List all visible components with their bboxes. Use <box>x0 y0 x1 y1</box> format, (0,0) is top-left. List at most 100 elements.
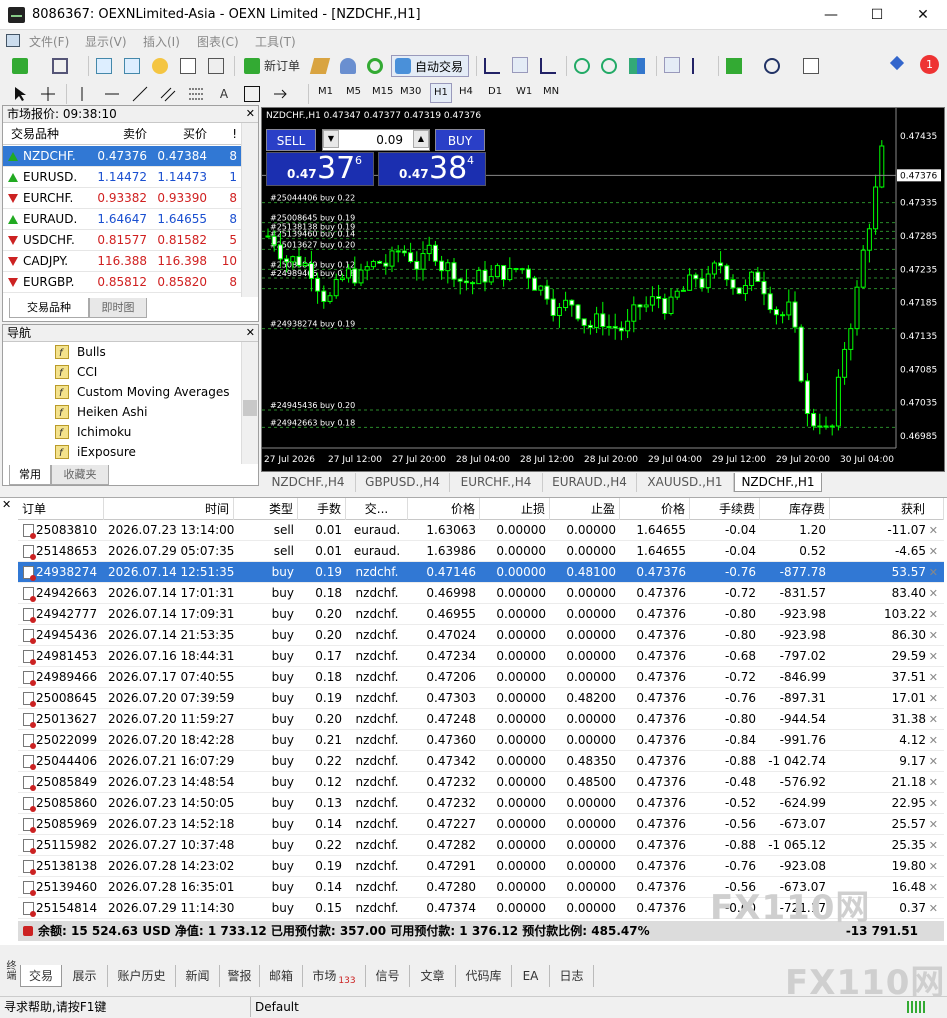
indicators-icon[interactable] <box>726 58 742 74</box>
zoom-out-icon[interactable] <box>601 58 617 74</box>
trade-row[interactable]: 24942663 2026.07.14 17:01:31 buy 0.18 nzdchf… <box>18 583 944 604</box>
terminal-tab[interactable]: 警报 <box>220 965 260 987</box>
column-header[interactable]: 交... <box>346 498 408 520</box>
tile-windows-icon[interactable] <box>629 58 645 74</box>
market-watch-row[interactable]: EURAUD. 1.64647 1.64655 8 <box>3 209 241 230</box>
scroll-thumb[interactable] <box>243 400 257 416</box>
lot-decrease-button[interactable]: ▼ <box>323 130 339 148</box>
market-watch-icon[interactable] <box>96 58 112 74</box>
menu-insert[interactable]: 插入(I) <box>143 33 180 50</box>
navigator-scrollbar[interactable] <box>241 342 258 464</box>
chart-tab[interactable]: NZDCHF.,H4 <box>261 473 356 492</box>
close-button[interactable]: ✕ <box>900 0 946 30</box>
crosshair-icon[interactable] <box>40 86 56 102</box>
trade-row[interactable]: 24945436 2026.07.14 21:53:35 buy 0.20 nzdchf… <box>18 625 944 646</box>
column-header[interactable]: 订单 <box>18 498 104 520</box>
signals-icon[interactable] <box>340 58 356 74</box>
terminal-close-icon[interactable]: ✕ <box>2 498 11 511</box>
sell-price[interactable]: 0.47 37 6 <box>266 151 374 186</box>
trade-row[interactable]: 25008645 2026.07.20 07:39:59 buy 0.19 nzdchf… <box>18 688 944 709</box>
vertical-line-icon[interactable] <box>74 86 90 102</box>
arrows-icon[interactable] <box>272 86 288 102</box>
market-watch-row[interactable]: CADJPY. 116.388 116.398 10 <box>3 251 241 272</box>
market-watch-scrollbar[interactable] <box>241 123 258 297</box>
line-chart-icon[interactable] <box>540 58 556 74</box>
trade-row[interactable]: 25013627 2026.07.20 11:59:27 buy 0.20 nzdchf… <box>18 709 944 730</box>
tab-tick-chart[interactable]: 即时图 <box>89 298 147 318</box>
close-order-icon[interactable]: ✕ <box>929 541 938 562</box>
timeframe-m5[interactable]: M5 <box>346 86 361 97</box>
strategy-tester-icon[interactable] <box>208 58 224 74</box>
trade-row[interactable]: 25138138 2026.07.28 14:23:02 buy 0.19 nzdchf… <box>18 856 944 877</box>
maximize-button[interactable]: ☐ <box>854 0 900 30</box>
timeframe-m30[interactable]: M30 <box>400 86 421 97</box>
close-order-icon[interactable]: ✕ <box>929 814 938 835</box>
close-order-icon[interactable]: ✕ <box>929 646 938 667</box>
new-order-button[interactable]: 新订单 <box>262 56 302 76</box>
market-watch-row[interactable]: USDCHF. 0.81577 0.81582 5 <box>3 230 241 251</box>
buy-button[interactable]: BUY <box>435 129 485 151</box>
trade-row[interactable]: 24938274 2026.07.14 12:51:35 buy 0.19 nzdchf… <box>18 562 944 583</box>
terminal-tab[interactable]: 展示 <box>62 965 108 987</box>
data-window-icon[interactable] <box>124 58 140 74</box>
chart-tab[interactable]: NZDCHF.,H1 <box>734 473 822 492</box>
column-header[interactable]: 库存费 <box>760 498 830 520</box>
close-order-icon[interactable]: ✕ <box>929 604 938 625</box>
candlestick-chart-icon[interactable] <box>512 57 528 73</box>
close-order-icon[interactable]: ✕ <box>929 688 938 709</box>
chart-shift-icon[interactable] <box>664 57 680 73</box>
trade-row[interactable]: 25022099 2026.07.20 18:42:28 buy 0.21 nzdchf… <box>18 730 944 751</box>
chart-tab[interactable]: EURAUD.,H4 <box>543 473 637 492</box>
lot-increase-button[interactable]: ▲ <box>413 130 429 148</box>
column-header[interactable]: 止损 <box>480 498 550 520</box>
minimize-button[interactable]: — <box>808 0 854 30</box>
close-order-icon[interactable]: ✕ <box>929 835 938 856</box>
autoscroll-icon[interactable] <box>692 58 708 74</box>
column-header[interactable]: 获利 <box>830 498 944 520</box>
document-menu-icon[interactable] <box>6 34 20 47</box>
terminal-tab[interactable]: 信号 <box>366 965 410 987</box>
equidistant-channel-icon[interactable] <box>160 86 176 102</box>
trade-row[interactable]: 25085849 2026.07.23 14:48:54 buy 0.12 nzdchf… <box>18 772 944 793</box>
terminal-tab[interactable]: 代码库 <box>456 965 512 987</box>
zoom-in-icon[interactable] <box>574 58 590 74</box>
column-header[interactable]: 价格 <box>620 498 690 520</box>
column-header[interactable]: 手数 <box>298 498 346 520</box>
trade-row[interactable]: 25148653 2026.07.29 05:07:35 sell 0.01 eurau… <box>18 541 944 562</box>
close-order-icon[interactable]: ✕ <box>929 520 938 541</box>
trade-row[interactable]: 25085969 2026.07.23 14:52:18 buy 0.14 nzdchf… <box>18 814 944 835</box>
menu-charts[interactable]: 图表(C) <box>197 33 239 50</box>
close-order-icon[interactable]: ✕ <box>929 877 938 898</box>
trade-row[interactable]: 24981453 2026.07.16 18:44:31 buy 0.17 nzdchf… <box>18 646 944 667</box>
terminal-tab[interactable]: 日志 <box>550 965 594 987</box>
close-order-icon[interactable]: ✕ <box>929 709 938 730</box>
profiles-icon[interactable] <box>52 58 68 74</box>
close-order-icon[interactable]: ✕ <box>929 562 938 583</box>
close-icon[interactable]: ✕ <box>246 325 255 341</box>
column-header[interactable]: 手续费 <box>690 498 760 520</box>
cursor-icon[interactable] <box>12 86 28 102</box>
timeframe-mn[interactable]: MN <box>543 86 559 97</box>
menu-tools[interactable]: 工具(T) <box>255 33 296 50</box>
new-chart-icon[interactable] <box>12 58 28 74</box>
close-order-icon[interactable]: ✕ <box>929 730 938 751</box>
chart-tab[interactable]: EURCHF.,H4 <box>450 473 543 492</box>
close-order-icon[interactable]: ✕ <box>929 625 938 646</box>
terminal-tab[interactable]: 文章 <box>410 965 456 987</box>
terminal-tab[interactable]: 交易 <box>20 965 62 987</box>
trade-row[interactable]: 25115982 2026.07.27 10:37:48 buy 0.22 nzdchf… <box>18 835 944 856</box>
terminal-tab[interactable]: 新闻 <box>176 965 220 987</box>
metaeditor-icon[interactable] <box>309 58 331 74</box>
terminal-icon[interactable] <box>180 58 196 74</box>
terminal-tab[interactable]: 邮箱 <box>260 965 303 987</box>
header-symbol[interactable]: 交易品种 <box>11 123 59 145</box>
close-order-icon[interactable]: ✕ <box>929 898 938 919</box>
close-icon[interactable]: ✕ <box>246 106 255 122</box>
header-ask[interactable]: 买价 <box>183 123 207 145</box>
close-order-icon[interactable]: ✕ <box>929 856 938 877</box>
timeframe-w1[interactable]: W1 <box>516 86 532 97</box>
trade-row[interactable]: 25044406 2026.07.21 16:07:29 buy 0.22 nzdchf… <box>18 751 944 772</box>
vps-icon[interactable] <box>367 58 383 74</box>
text-tool-icon[interactable]: A <box>214 84 234 104</box>
chart-tab[interactable]: GBPUSD.,H4 <box>356 473 450 492</box>
